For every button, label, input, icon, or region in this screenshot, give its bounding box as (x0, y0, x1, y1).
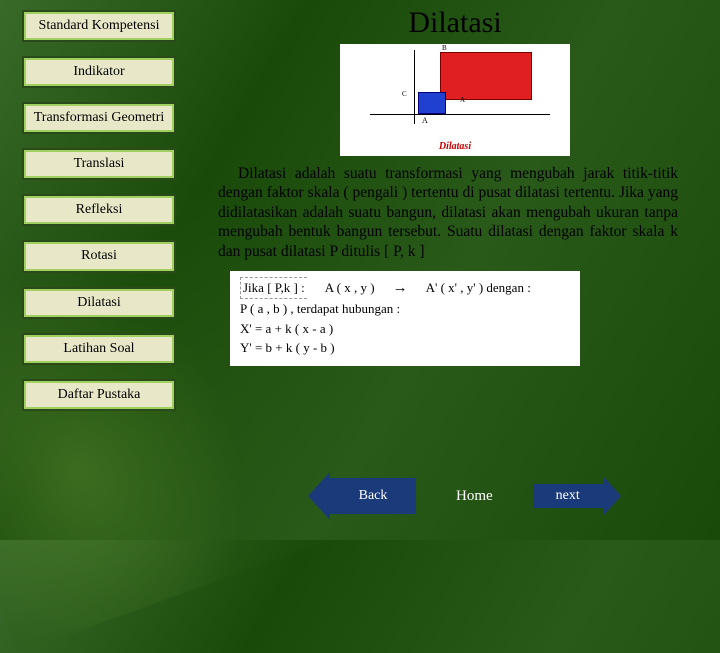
graph-label-a: A (422, 116, 428, 125)
nav-latihan-soal[interactable]: Latihan Soal (24, 335, 174, 363)
page-title: Dilatasi (210, 6, 700, 40)
home-button[interactable]: Home (452, 488, 497, 505)
graph-shape-large (440, 52, 532, 100)
formula-box: Jika [ P,k ] : A ( x , y ) → A' ( x' , y… (230, 271, 580, 366)
nav-standard-kompetensi[interactable]: Standard Kompetensi (24, 12, 174, 40)
nav-indikator[interactable]: Indikator (24, 58, 174, 86)
graph-shape-small (418, 92, 446, 114)
graph-label-ar: A (460, 96, 465, 104)
arrow-icon: → (393, 277, 408, 300)
formula-line1-mid: A ( x , y ) (325, 278, 375, 298)
nav-refleksi[interactable]: Refleksi (24, 196, 174, 224)
footer-nav: Back Home next (330, 478, 603, 514)
graph-caption: Dilatasi (340, 141, 570, 152)
sidebar: Standard Kompetensi Indikator Transforma… (24, 12, 174, 409)
body-paragraph-text: Dilatasi adalah suatu transformasi yang … (218, 165, 678, 260)
formula-line4: Y' = b + k ( y - b ) (240, 338, 570, 358)
nav-translasi[interactable]: Translasi (24, 150, 174, 178)
nav-transformasi-geometri[interactable]: Transformasi Geometri (24, 104, 174, 132)
body-paragraph: Dilatasi adalah suatu transformasi yang … (218, 164, 678, 261)
back-button[interactable]: Back (330, 478, 416, 514)
content-area: Dilatasi A B C A Dilatasi Dilatasi adala… (210, 6, 700, 366)
dilation-graph: A B C A Dilatasi (340, 44, 570, 156)
nav-daftar-pustaka[interactable]: Daftar Pustaka (24, 381, 174, 409)
nav-dilatasi[interactable]: Dilatasi (24, 289, 174, 317)
formula-line1-left: Jika [ P,k ] : (240, 277, 307, 299)
graph-label-c: C (402, 90, 407, 98)
formula-line2: P ( a , b ) , terdapat hubungan : (240, 299, 570, 319)
formula-line3: X' = a + k ( x - a ) (240, 319, 570, 339)
graph-label-b: B (442, 44, 447, 52)
next-button[interactable]: next (533, 484, 603, 508)
formula-line1-right: A' ( x' , y' ) dengan : (426, 278, 531, 298)
nav-rotasi[interactable]: Rotasi (24, 242, 174, 270)
